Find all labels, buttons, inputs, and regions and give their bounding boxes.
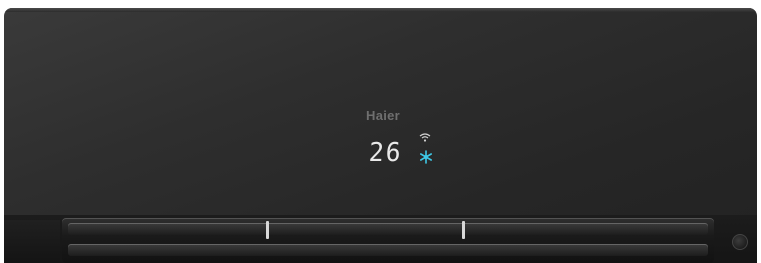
power-button [732, 234, 748, 250]
upper-louver [68, 223, 708, 235]
wifi-icon [419, 133, 431, 142]
side-vent [4, 220, 60, 263]
led-display: 26 [364, 132, 444, 172]
lower-louver [68, 244, 708, 256]
air-outlet [62, 218, 714, 263]
air-conditioner-indoor-unit: Haier 26 [4, 8, 757, 263]
brand-logo: Haier [366, 108, 401, 123]
louver-clip [462, 221, 465, 239]
snowflake-cool-icon [419, 150, 432, 164]
top-edge [4, 8, 757, 12]
temperature-readout: 26 [367, 138, 404, 168]
louver-clip [266, 221, 269, 239]
product-photo: Haier 26 [0, 0, 761, 263]
